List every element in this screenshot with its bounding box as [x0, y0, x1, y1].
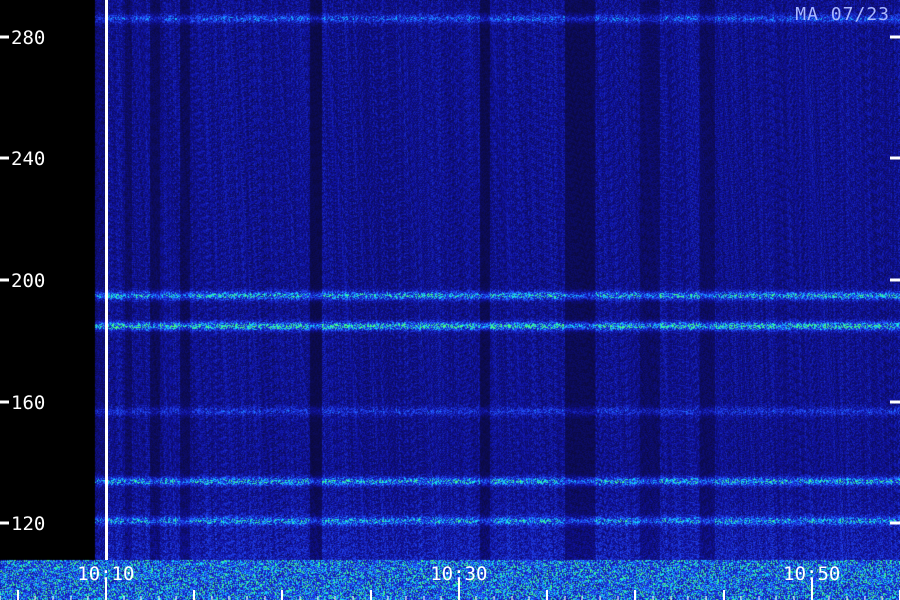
x-tick-label: 10:10	[77, 563, 134, 585]
y-tick-label: 280	[11, 27, 45, 49]
x-tick-label: 10:30	[430, 563, 487, 585]
y-tick-label: 160	[11, 392, 45, 414]
y-tick-label: 240	[11, 148, 45, 170]
y-tick-label: 200	[11, 270, 45, 292]
axes-overlay: 280 240 200 160 120 10:10 10:30 10:50	[0, 0, 900, 600]
spectrogram: 280 240 200 160 120 10:10 10:30 10:50 MA 07/23	[0, 0, 900, 600]
chart-title: MA 07/23	[795, 4, 890, 25]
y-tick-label: 120	[11, 513, 45, 535]
x-tick-label: 10:50	[783, 563, 840, 585]
